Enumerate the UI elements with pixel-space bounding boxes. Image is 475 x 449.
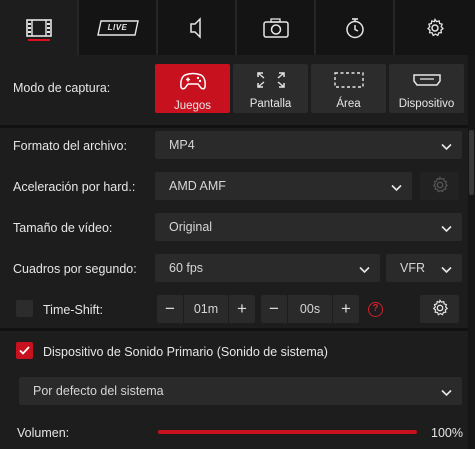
timeshift-seconds-stepper: − 00s + [261,295,359,323]
capture-mode-screen-button[interactable]: Pantalla [233,64,308,113]
video-size-value: Original [169,220,213,234]
tab-live[interactable]: LIVE [79,0,158,55]
tab-timer[interactable] [316,0,395,55]
capture-mode-area-label: Área [336,98,361,110]
fullscreen-icon [256,71,286,92]
scrollbar[interactable] [468,55,475,449]
seconds-increment-button[interactable]: + [333,295,359,323]
accel-value: AMD AMF [169,179,226,193]
format-value: MP4 [169,138,195,152]
speaker-icon [187,16,207,39]
area-select-icon [333,71,365,92]
timeshift-checkbox[interactable] [16,300,33,317]
capture-mode-games-button[interactable]: Juegos [155,64,230,113]
capture-mode-screen-label: Pantalla [249,98,292,110]
capture-mode-device-label: Dispositivo [398,98,455,110]
accel-dropdown[interactable]: AMD AMF [155,172,412,200]
gear-icon [431,175,449,197]
help-icon[interactable]: ? [368,302,383,317]
chevron-down-icon [441,386,452,400]
format-label: Formato del archivo: [13,139,127,153]
volume-slider[interactable] [158,430,417,434]
chevron-down-icon [441,222,452,236]
film-icon [25,18,52,38]
video-size-label: Tamaño de vídeo: [13,221,113,235]
volume-label: Volumen: [17,426,70,440]
fps-mode-dropdown[interactable]: VFR [386,254,462,282]
chevron-down-icon [441,263,452,277]
tab-video[interactable] [0,0,79,55]
tab-screenshot[interactable] [237,0,316,55]
timeshift-minutes-stepper: − 01m + [157,295,255,323]
fps-mode-value: VFR [400,261,425,275]
chevron-down-icon [441,140,452,154]
gamepad-icon [179,71,207,94]
fps-value: 60 fps [169,261,204,275]
audio-device-label: Dispositivo de Sonido Primario (Sonido d… [43,345,328,359]
accel-settings-button[interactable] [420,172,459,200]
capture-mode-games-label: Juegos [173,100,212,112]
capture-mode-label: Modo de captura: [13,81,111,95]
live-icon: LIVE [96,19,139,36]
audio-device-checkbox[interactable] [16,342,33,359]
timeshift-label: Time-Shift: [43,303,103,317]
camera-icon [262,17,289,38]
audio-device-dropdown[interactable]: Por defecto del sistema [19,377,462,405]
accel-label: Aceleración por hard.: [13,180,136,194]
volume-value: 100% [431,426,463,440]
checkmark-icon [19,344,30,358]
capture-mode-device-button[interactable]: Dispositivo [389,64,464,113]
minutes-decrement-button[interactable]: − [157,295,183,323]
chevron-down-icon [391,181,402,195]
minutes-increment-button[interactable]: + [229,295,255,323]
format-dropdown[interactable]: MP4 [155,131,462,159]
fps-dropdown[interactable]: 60 fps [155,254,380,282]
seconds-value: 00s [287,295,333,323]
live-label: LIVE [107,22,128,32]
fps-label: Cuadros por segundo: [13,262,137,276]
chevron-down-icon [359,263,370,277]
capture-mode-panel: Modo de captura: Juegos Pantalla Área Di… [0,55,468,125]
gear-icon [431,298,449,320]
tab-audio[interactable] [158,0,237,55]
seconds-decrement-button[interactable]: − [261,295,287,323]
minutes-value: 01m [183,295,229,323]
gear-icon [425,17,445,38]
tab-settings[interactable] [395,0,474,55]
scrollbar-thumb[interactable] [469,130,474,195]
video-size-dropdown[interactable]: Original [155,213,462,241]
hdmi-device-icon [411,71,443,92]
capture-mode-area-button[interactable]: Área [311,64,386,113]
timeshift-settings-button[interactable] [420,295,459,323]
audio-device-value: Por defecto del sistema [33,384,164,398]
top-tab-bar: LIVE [0,0,475,55]
stopwatch-icon [344,17,366,39]
